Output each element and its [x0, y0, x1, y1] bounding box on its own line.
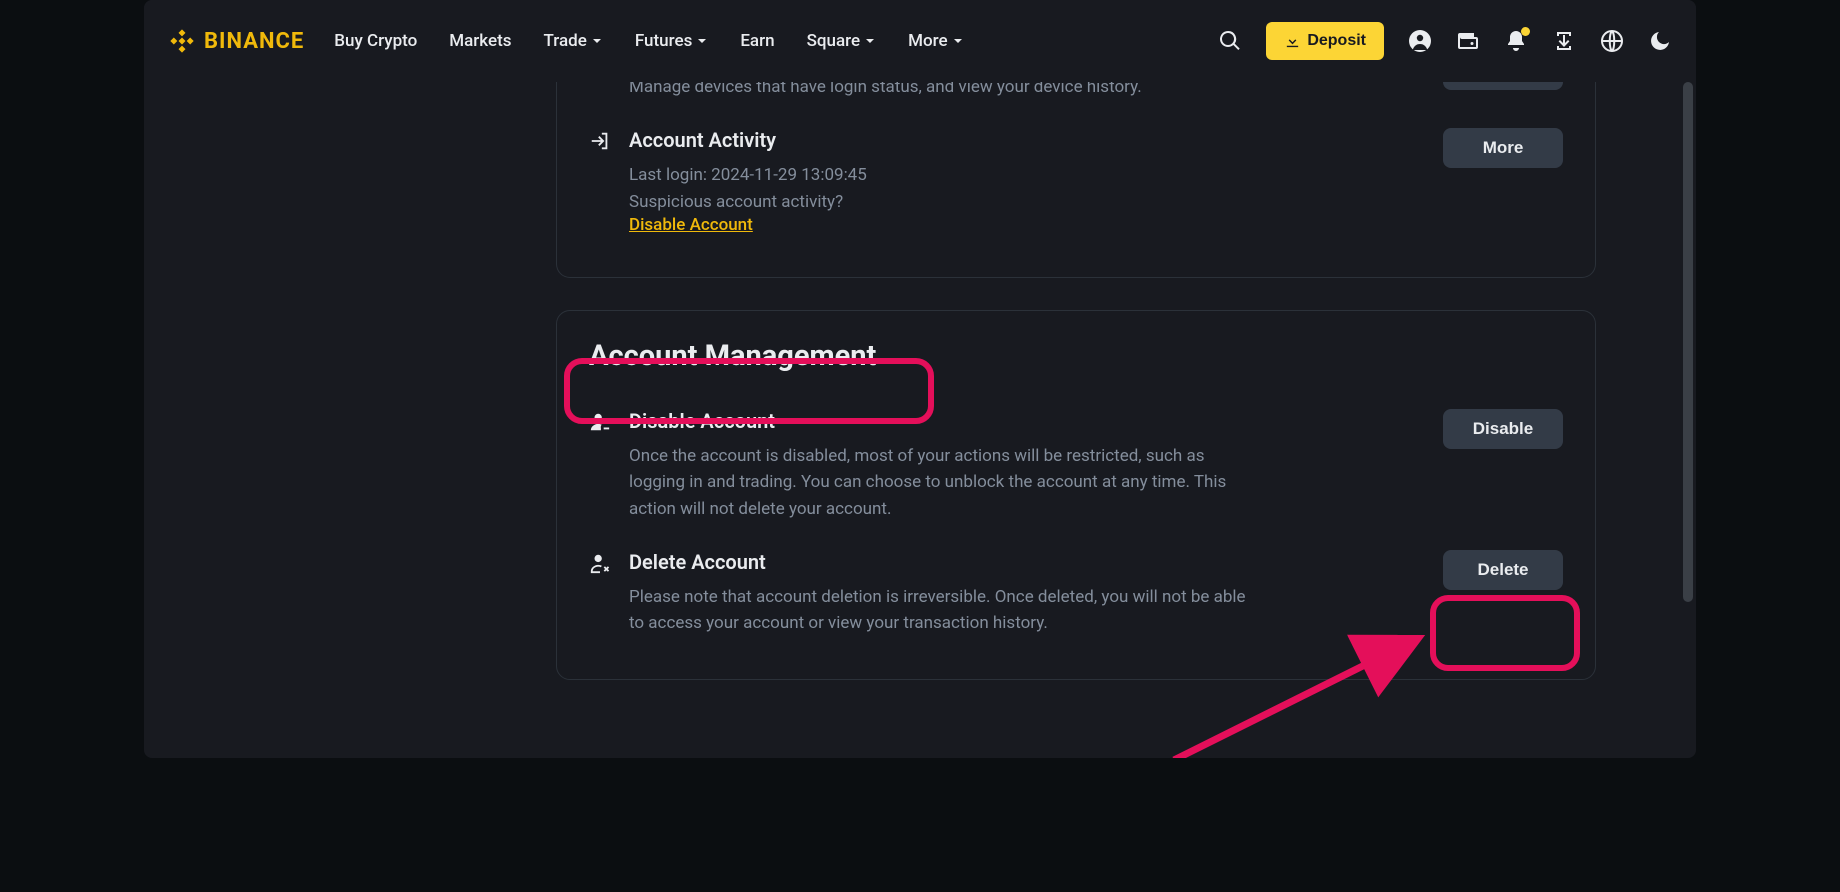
content-area: Manage devices that have login status, a…: [144, 82, 1696, 758]
chevron-down-icon: [864, 35, 876, 47]
scrollbar-thumb[interactable]: [1683, 82, 1693, 602]
deposit-button[interactable]: Deposit: [1266, 22, 1384, 60]
chevron-down-icon: [696, 35, 708, 47]
chevron-down-icon: [591, 35, 603, 47]
device-desc: Manage devices that have login status, a…: [629, 82, 1249, 100]
scrollbar[interactable]: [1683, 82, 1693, 742]
user-delete-icon: [589, 552, 615, 578]
delete-desc: Please note that account deletion is irr…: [629, 584, 1249, 637]
nav-futures[interactable]: Futures: [635, 31, 708, 51]
bell-icon[interactable]: [1504, 29, 1528, 53]
download-icon: [1284, 33, 1301, 50]
user-icon[interactable]: [1408, 29, 1432, 53]
more-button[interactable]: More: [1443, 128, 1563, 168]
nav-square[interactable]: Square: [807, 31, 877, 51]
nav-earn[interactable]: Earn: [740, 31, 774, 51]
account-management-heading: Account Management: [589, 339, 1563, 373]
brand-logo[interactable]: BINANCE: [168, 27, 304, 55]
devices-activity-card: Manage devices that have login status, a…: [556, 82, 1596, 278]
download-app-icon[interactable]: [1552, 29, 1576, 53]
nav-markets[interactable]: Markets: [449, 31, 511, 51]
manage-button[interactable]: Manage: [1443, 82, 1563, 90]
user-disable-icon: [589, 411, 615, 437]
brand-text: BINANCE: [204, 29, 304, 54]
disable-account-row: Disable Account Once the account is disa…: [589, 395, 1563, 536]
delete-account-row: Delete Account Please note that account …: [589, 536, 1563, 651]
account-activity-row: Account Activity Last login: 2024-11-29 …: [589, 114, 1563, 249]
disable-title: Disable Account: [629, 409, 1249, 433]
search-icon[interactable]: [1218, 29, 1242, 53]
disable-button[interactable]: Disable: [1443, 409, 1563, 449]
activity-suspicious: Suspicious account activity?: [629, 189, 1249, 215]
notification-dot: [1521, 27, 1530, 36]
login-icon: [589, 130, 615, 156]
globe-icon[interactable]: [1600, 29, 1624, 53]
activity-title: Account Activity: [629, 128, 1249, 152]
delete-title: Delete Account: [629, 550, 1249, 574]
main-nav: Buy Crypto Markets Trade Futures Earn Sq…: [334, 31, 1218, 51]
nav-buy-crypto[interactable]: Buy Crypto: [334, 31, 417, 51]
wallet-icon[interactable]: [1456, 29, 1480, 53]
disable-account-link[interactable]: Disable Account: [629, 215, 753, 235]
account-management-card: Account Management Disable Account Once …: [556, 310, 1596, 680]
nav-more[interactable]: More: [908, 31, 963, 51]
chevron-down-icon: [952, 35, 964, 47]
header-bar: BINANCE Buy Crypto Markets Trade Futures…: [144, 0, 1696, 82]
delete-button[interactable]: Delete: [1443, 550, 1563, 590]
nav-trade[interactable]: Trade: [544, 31, 603, 51]
device-management-row: Manage devices that have login status, a…: [589, 82, 1563, 114]
activity-last-login: Last login: 2024-11-29 13:09:45: [629, 162, 1249, 188]
binance-icon: [168, 27, 196, 55]
header-actions: Deposit: [1218, 22, 1672, 60]
moon-icon[interactable]: [1648, 29, 1672, 53]
disable-desc: Once the account is disabled, most of yo…: [629, 443, 1249, 522]
